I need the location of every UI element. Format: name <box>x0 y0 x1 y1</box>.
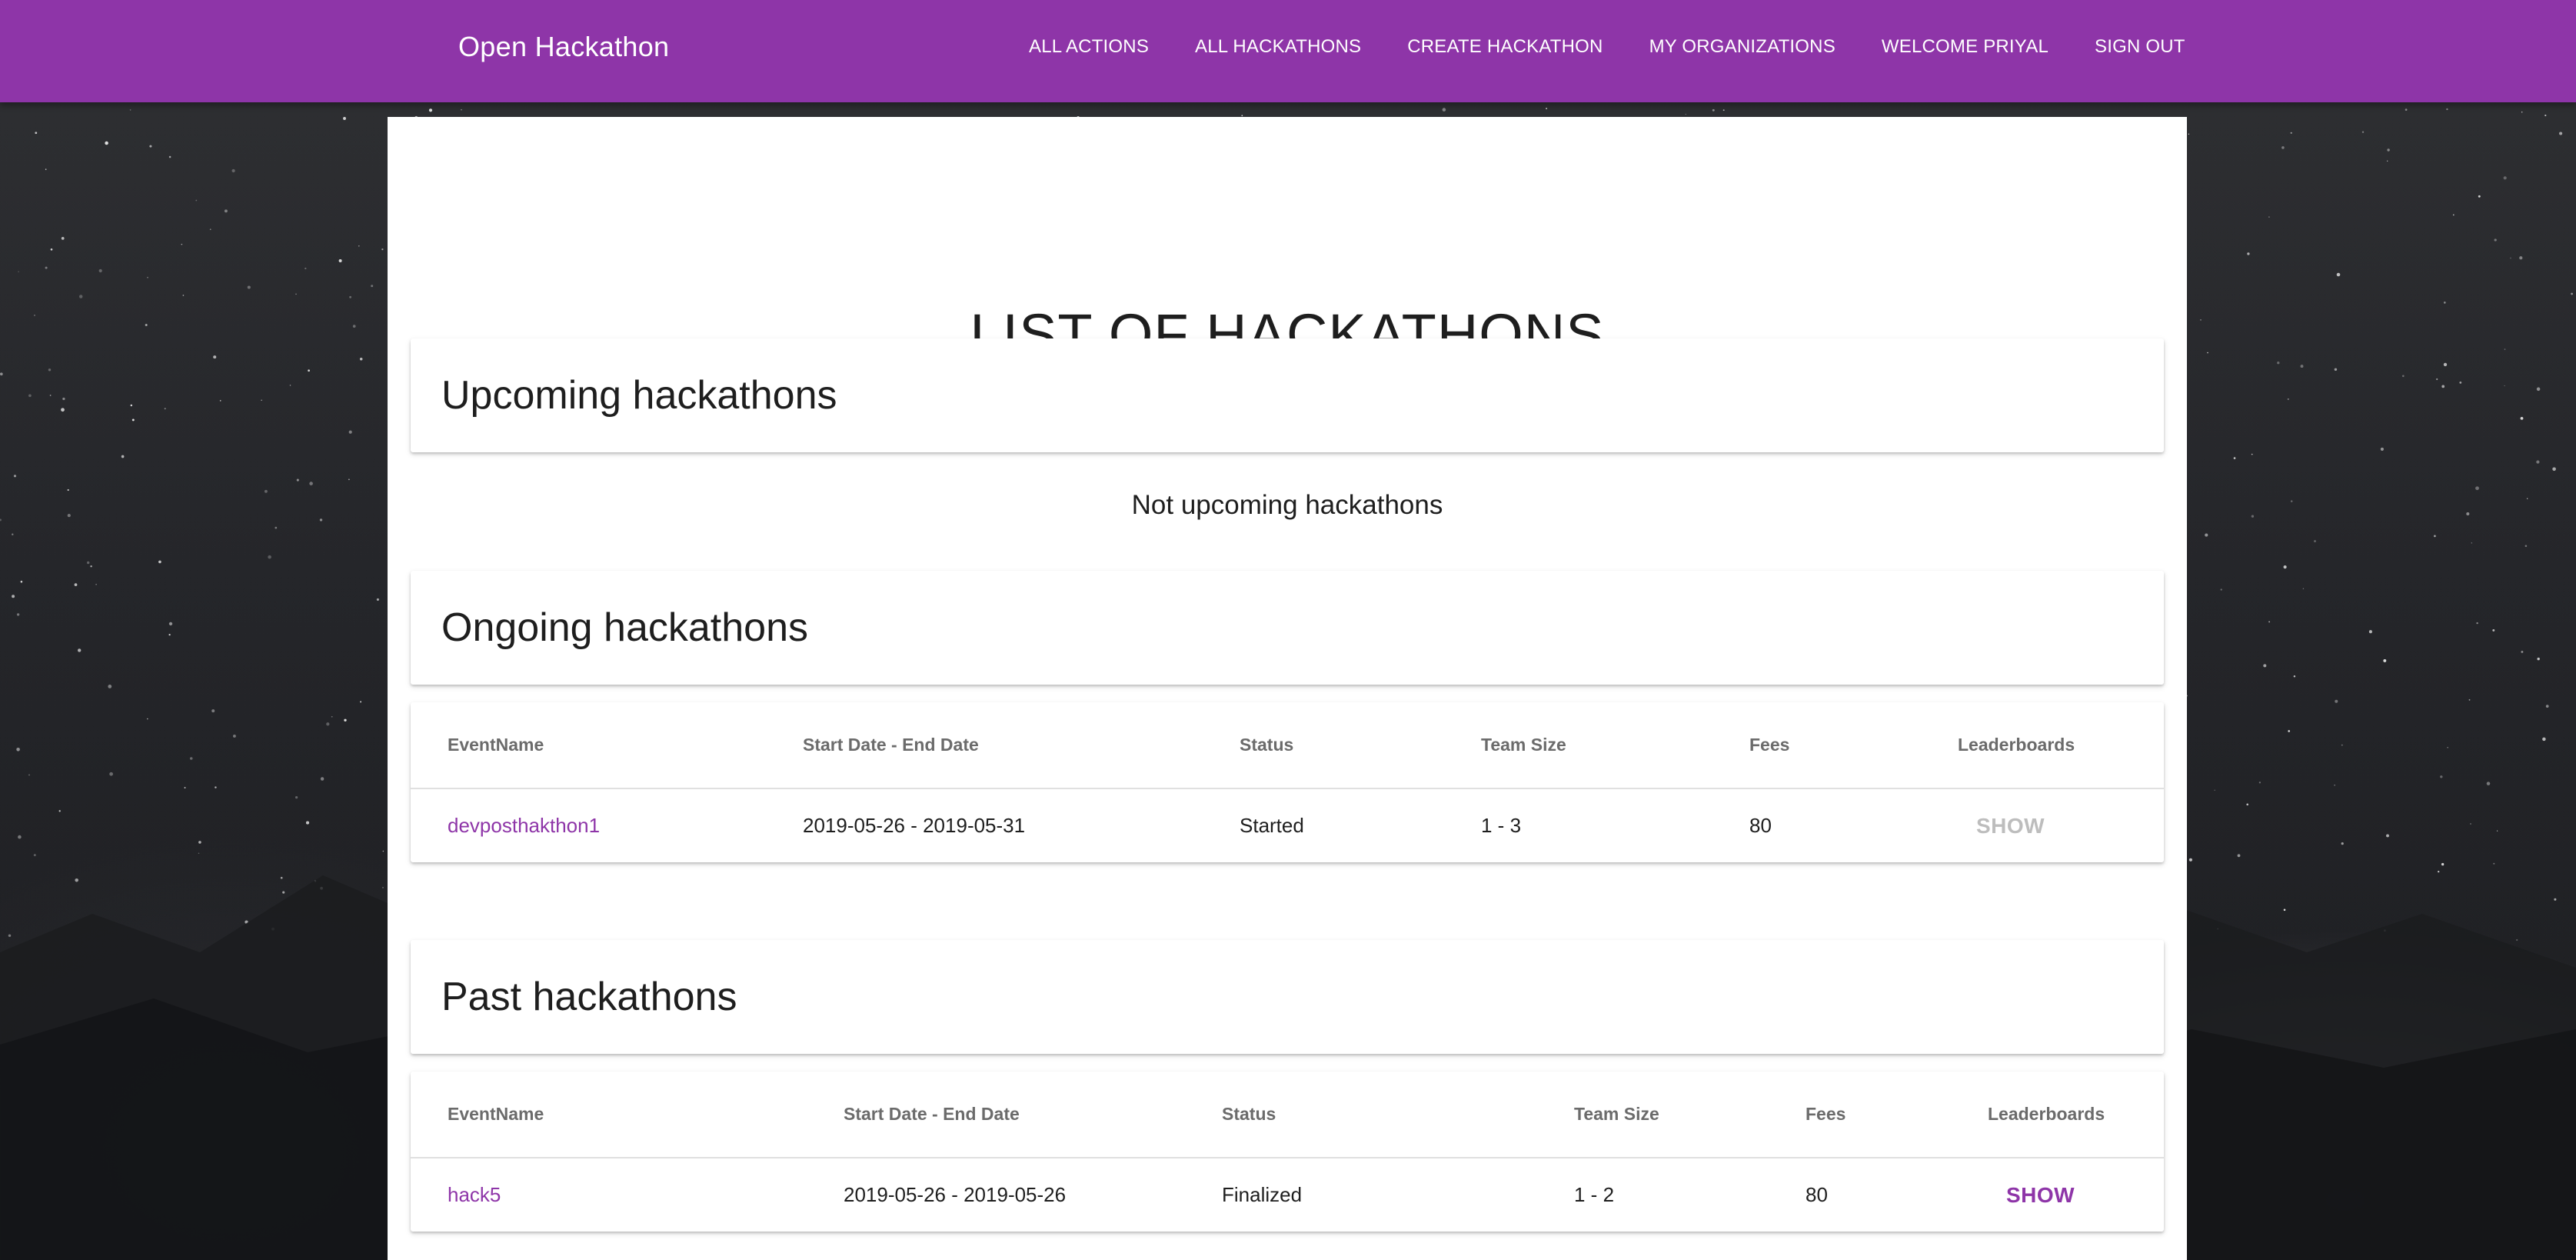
event-link[interactable]: devposthakthon1 <box>448 814 600 837</box>
event-dates: 2019-05-26 - 2019-05-26 <box>844 1183 1067 1206</box>
event-link[interactable]: hack5 <box>448 1183 501 1206</box>
leaderboard-show-button[interactable]: SHOW <box>2006 1183 2075 1208</box>
event-fees: 80 <box>1806 1183 1828 1206</box>
col-team-size: Team Size <box>1481 702 1749 789</box>
col-eventname: EventName <box>411 702 803 789</box>
ongoing-section-header: Ongoing hackathons <box>411 571 2164 685</box>
col-leaderboards: Leaderboards <box>1988 1072 2164 1158</box>
event-dates: 2019-05-26 - 2019-05-31 <box>803 814 1026 837</box>
past-table: EventName Start Date - End Date Status T… <box>411 1072 2164 1232</box>
col-eventname: EventName <box>411 1072 844 1158</box>
table-header-row: EventName Start Date - End Date Status T… <box>411 702 2164 789</box>
nav-create-hackathon[interactable]: Create Hackathon <box>1407 36 1603 58</box>
leaderboard-show-button[interactable]: SHOW <box>1976 814 2045 838</box>
event-status: Started <box>1240 814 1304 837</box>
ongoing-title: Ongoing hackathons <box>441 605 809 650</box>
nav-links: All Actions All Hackathons Create Hackat… <box>1029 36 2185 58</box>
ongoing-table-card: EventName Start Date - End Date Status T… <box>411 702 2164 862</box>
nav-all-actions[interactable]: All Actions <box>1029 36 1149 58</box>
col-dates: Start Date - End Date <box>844 1072 1222 1158</box>
col-status: Status <box>1222 1072 1574 1158</box>
event-team-size: 1 - 3 <box>1481 814 1522 837</box>
past-table-card: EventName Start Date - End Date Status T… <box>411 1072 2164 1232</box>
nav-my-organizations[interactable]: My Organizations <box>1649 36 1835 58</box>
col-fees: Fees <box>1749 702 1958 789</box>
past-title: Past hackathons <box>441 975 737 1019</box>
nav-sign-out[interactable]: Sign Out <box>2095 36 2185 58</box>
col-fees: Fees <box>1806 1072 1988 1158</box>
event-fees: 80 <box>1749 814 1772 837</box>
main-panel: LIST OF HACKATHONS Upcoming hackathons N… <box>388 117 2187 1260</box>
col-dates: Start Date - End Date <box>803 702 1240 789</box>
table-row: hack5 2019-05-26 - 2019-05-26 Finalized … <box>411 1158 2164 1232</box>
top-navbar: Open Hackathon All Actions All Hackathon… <box>0 0 2576 102</box>
col-leaderboards: Leaderboards <box>1958 702 2164 789</box>
table-row: devposthakthon1 2019-05-26 - 2019-05-31 … <box>411 788 2164 862</box>
ongoing-table: EventName Start Date - End Date Status T… <box>411 702 2164 862</box>
event-status: Finalized <box>1222 1183 1303 1206</box>
event-team-size: 1 - 2 <box>1574 1183 1615 1206</box>
upcoming-title: Upcoming hackathons <box>441 373 837 418</box>
past-section-header: Past hackathons <box>411 940 2164 1054</box>
upcoming-section-header: Upcoming hackathons <box>411 338 2164 452</box>
col-status: Status <box>1240 702 1481 789</box>
upcoming-empty-message: Not upcoming hackathons <box>1131 490 1443 520</box>
table-header-row: EventName Start Date - End Date Status T… <box>411 1072 2164 1158</box>
brand-logo-link[interactable]: Open Hackathon <box>458 31 669 63</box>
nav-all-hackathons[interactable]: All Hackathons <box>1195 36 1361 58</box>
col-team-size: Team Size <box>1574 1072 1806 1158</box>
nav-welcome-user[interactable]: Welcome Priyal <box>1882 36 2048 58</box>
